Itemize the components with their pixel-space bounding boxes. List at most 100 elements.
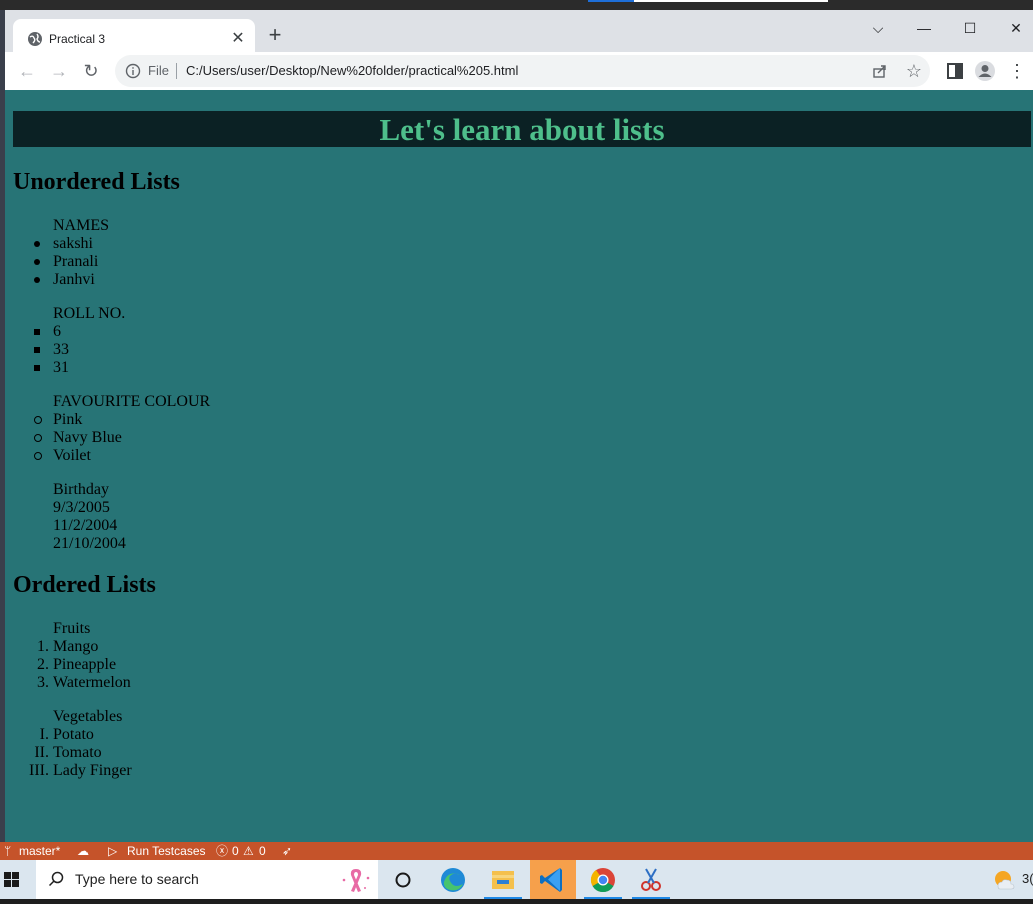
disc-bullet [34, 277, 40, 283]
browser-toolbar: ← → ↻ File C:/Users/user/Desktop/New%20f… [5, 52, 1033, 90]
error-icon[interactable]: ⓧ [216, 842, 228, 860]
globe-icon [28, 32, 42, 46]
task-view-icon [395, 872, 411, 888]
list-header: Birthday [53, 481, 109, 498]
page-banner: Let's learn about lists [13, 111, 1031, 147]
page-title: Let's learn about lists [379, 112, 665, 147]
list-item: Voilet [34, 447, 210, 465]
list-item: 1. Mango [37, 638, 131, 656]
side-panel-icon[interactable] [943, 59, 967, 83]
square-bullet [34, 329, 40, 335]
list-marker: 2. [37, 656, 49, 673]
error-count[interactable]: 0 [232, 842, 239, 860]
taskbar-file-explorer[interactable] [480, 860, 526, 899]
list-roll-no: ROLL NO. 6 33 31 [34, 305, 126, 377]
reload-icon[interactable]: ↻ [79, 59, 103, 83]
list-header: NAMES [53, 217, 110, 234]
list-item: III. Lady Finger [29, 762, 132, 780]
new-tab-button[interactable]: + [263, 24, 287, 48]
windows-start-icon[interactable] [0, 860, 34, 899]
sync-icon[interactable]: ☁ [77, 842, 89, 860]
list-fruits: Fruits 1. Mango 2. Pineapple 3. Watermelon [37, 620, 131, 692]
taskbar-search-box[interactable]: Type here to search [36, 860, 378, 899]
list-item: Navy Blue [34, 429, 210, 447]
info-icon[interactable] [125, 63, 141, 79]
tab-search-chevron-icon[interactable]: ⌵ [863, 16, 893, 40]
item-text: 33 [53, 341, 69, 358]
list-item: 9/3/2005 [53, 499, 110, 516]
editor-status-bar: ᛘ master* ☁ ▷ Run Testcases ⓧ 0 ⚠ 0 ➶ [0, 842, 1033, 860]
list-vegetables: Vegetables I. Potato II. Tomato III. Lady F… [29, 708, 132, 780]
item-text: Pink [53, 411, 83, 428]
git-branch-icon[interactable]: ᛘ [4, 842, 11, 860]
search-placeholder: Type here to search [75, 871, 199, 887]
list-item: 6 [34, 323, 125, 341]
list-header: FAVOURITE COLOUR [53, 393, 211, 410]
unordered-heading: Unordered Lists [13, 169, 180, 195]
vscode-icon [540, 868, 562, 892]
tab-close-icon[interactable]: ✕ [230, 31, 246, 47]
warning-icon[interactable]: ⚠ [243, 842, 254, 860]
awareness-ribbon-icon [342, 869, 370, 892]
weather-icon[interactable] [992, 868, 1016, 892]
edge-icon [441, 868, 465, 892]
share-icon[interactable] [872, 63, 888, 79]
list-marker: II. [34, 744, 49, 761]
address-separator [176, 63, 177, 79]
minimize-button[interactable]: — [909, 16, 939, 40]
top-highlight-blue [588, 0, 634, 2]
list-item: sakshi [34, 235, 109, 253]
item-text: Janhvi [53, 271, 95, 288]
bookmark-star-icon[interactable]: ☆ [902, 59, 926, 83]
list-header: Vegetables [53, 708, 123, 725]
item-text: Watermelon [53, 674, 131, 691]
branch-name[interactable]: master* [19, 842, 60, 860]
list-item: 21/10/2004 [53, 535, 126, 552]
list-birthday: Birthday 9/3/2005 11/2/2004 21/10/2004 [53, 481, 126, 553]
item-text: Pineapple [53, 656, 117, 673]
circle-bullet [34, 452, 42, 460]
task-view-button[interactable] [380, 860, 426, 899]
top-highlight-white [634, 0, 828, 2]
menu-kebab-icon[interactable]: ⋮ [1005, 59, 1029, 83]
screen-top-strip [0, 0, 1033, 10]
item-text: Voilet [53, 447, 91, 464]
list-item: Janhvi [34, 271, 109, 289]
windows-taskbar: Type here to search 3( [0, 860, 1033, 899]
list-header: ROLL NO. [53, 305, 126, 322]
live-share-icon[interactable]: ➶ [282, 842, 292, 860]
list-marker: III. [29, 762, 49, 779]
run-icon[interactable]: ▷ [108, 842, 117, 860]
address-bar[interactable]: File C:/Users/user/Desktop/New%20folder/… [115, 55, 930, 87]
taskbar-snipping-tool[interactable] [628, 860, 674, 899]
url-text[interactable]: C:/Users/user/Desktop/New%20folder/pract… [186, 63, 518, 78]
list-favourite-colour: FAVOURITE COLOUR Pink Navy Blue Voilet [34, 393, 211, 465]
list-item: 3. Watermelon [37, 674, 131, 692]
forward-arrow-icon[interactable]: → [47, 59, 71, 83]
run-testcases-button[interactable]: Run Testcases [127, 842, 206, 860]
list-item: 11/2/2004 [53, 517, 118, 534]
taskbar-vscode[interactable] [530, 860, 576, 899]
warning-count[interactable]: 0 [259, 842, 266, 860]
list-item: II. Tomato [34, 744, 132, 762]
profile-avatar-icon[interactable] [973, 59, 997, 83]
close-window-button[interactable]: ✕ [1001, 16, 1031, 40]
taskbar-chrome[interactable] [580, 860, 626, 899]
maximize-button[interactable]: ☐ [955, 16, 985, 40]
list-marker: 1. [37, 638, 49, 655]
item-text: Lady Finger [53, 762, 132, 779]
chrome-icon [590, 868, 615, 893]
taskbar-edge[interactable] [430, 860, 476, 899]
list-marker: I. [39, 726, 49, 743]
back-arrow-icon[interactable]: ← [15, 59, 39, 83]
list-item: Pink [34, 411, 210, 429]
item-text: Mango [53, 638, 99, 655]
weather-temperature[interactable]: 3( [1022, 871, 1033, 886]
search-icon [48, 871, 64, 887]
disc-bullet [34, 241, 40, 247]
circle-bullet [34, 434, 42, 442]
item-text: 6 [53, 323, 61, 340]
list-item: 31 [34, 359, 125, 377]
item-text: 31 [53, 359, 69, 376]
page-viewport: Let's learn about lists Unordered Lists … [5, 90, 1033, 842]
